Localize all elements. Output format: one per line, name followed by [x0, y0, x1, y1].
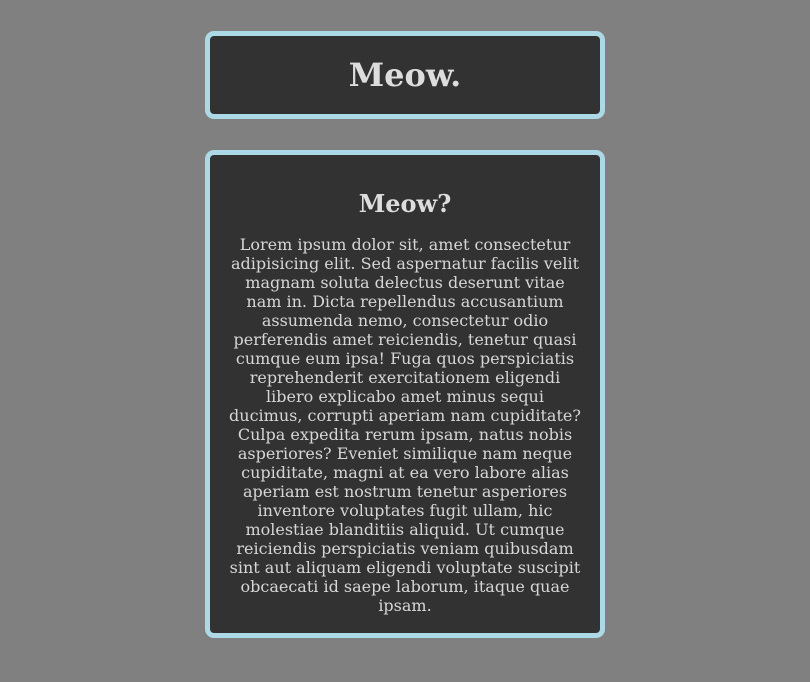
content-card: Meow? Lorem ipsum dolor sit, amet consec…	[205, 150, 605, 638]
page-title: Meow.	[348, 56, 462, 94]
content-title: Meow?	[358, 189, 452, 218]
header-card: Meow.	[205, 31, 605, 119]
content-body: Lorem ipsum dolor sit, amet consectetur …	[229, 235, 581, 615]
page: Meow. Meow? Lorem ipsum dolor sit, amet …	[0, 0, 810, 682]
